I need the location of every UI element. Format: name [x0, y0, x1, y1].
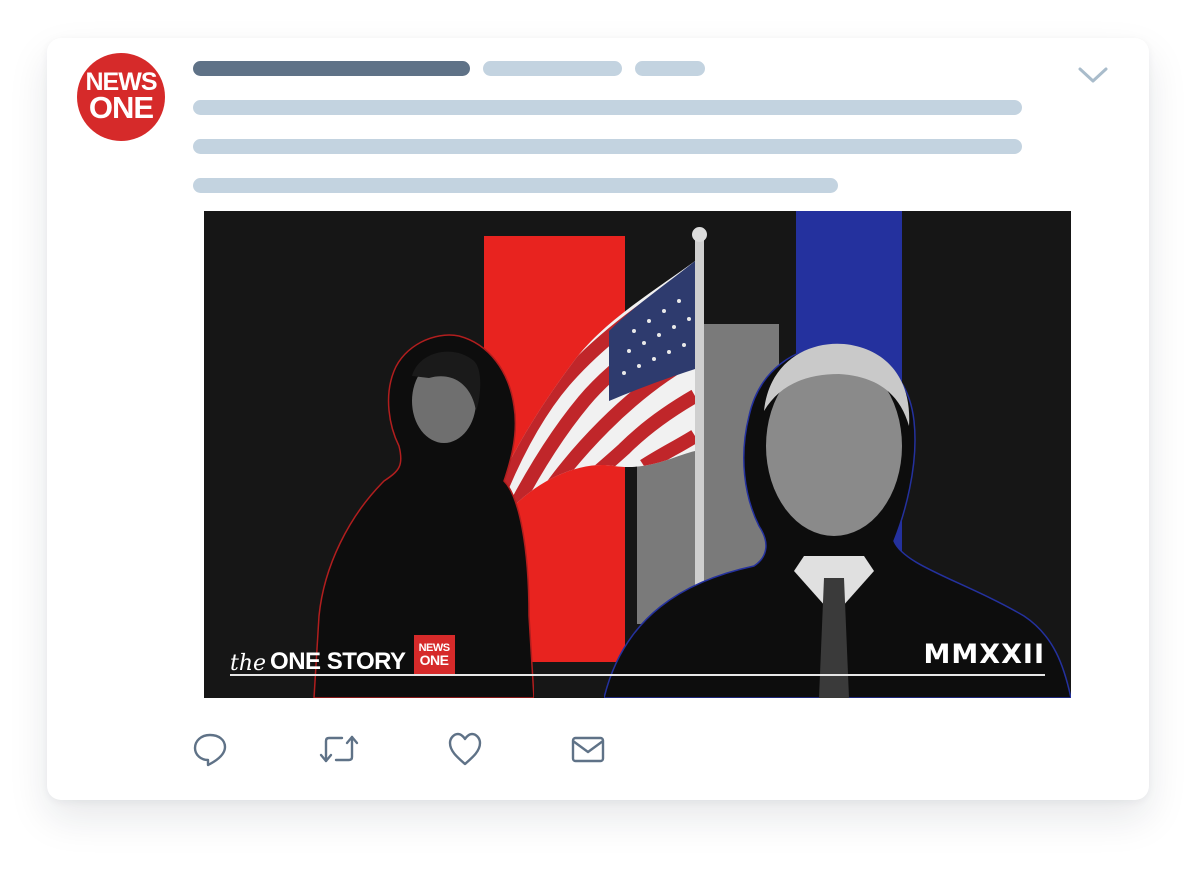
reply-icon[interactable]	[192, 731, 228, 767]
timestamp-placeholder[interactable]	[635, 61, 705, 76]
avatar[interactable]: NEWS ONE	[77, 53, 165, 141]
retweet-icon[interactable]	[318, 731, 360, 767]
footer-divider	[230, 674, 1045, 676]
tweet-text-line-2	[193, 139, 1022, 154]
tweet-text-line-3	[193, 178, 838, 193]
brand-prefix: the	[230, 651, 267, 676]
author-name-placeholder[interactable]	[193, 61, 470, 76]
brand-logo-text-one: ONE	[419, 652, 449, 669]
year-label: MMXXII	[923, 639, 1045, 670]
brand-lockup: the ONE STORY NEWS ONE	[230, 635, 455, 676]
chevron-down-icon[interactable]	[1076, 62, 1110, 88]
flagpole-finial	[692, 227, 707, 242]
handle-placeholder[interactable]	[483, 61, 622, 76]
share-dm-icon[interactable]	[570, 731, 606, 767]
newsone-logo: NEWS ONE	[413, 635, 455, 676]
avatar-text-one: ONE	[88, 90, 154, 126]
brand-title: ONE STORY	[270, 648, 406, 675]
tweet-media-image[interactable]: the ONE STORY NEWS ONE MMXXII	[204, 211, 1071, 698]
tweet-text-line-1	[193, 100, 1022, 115]
like-icon[interactable]	[447, 731, 483, 767]
